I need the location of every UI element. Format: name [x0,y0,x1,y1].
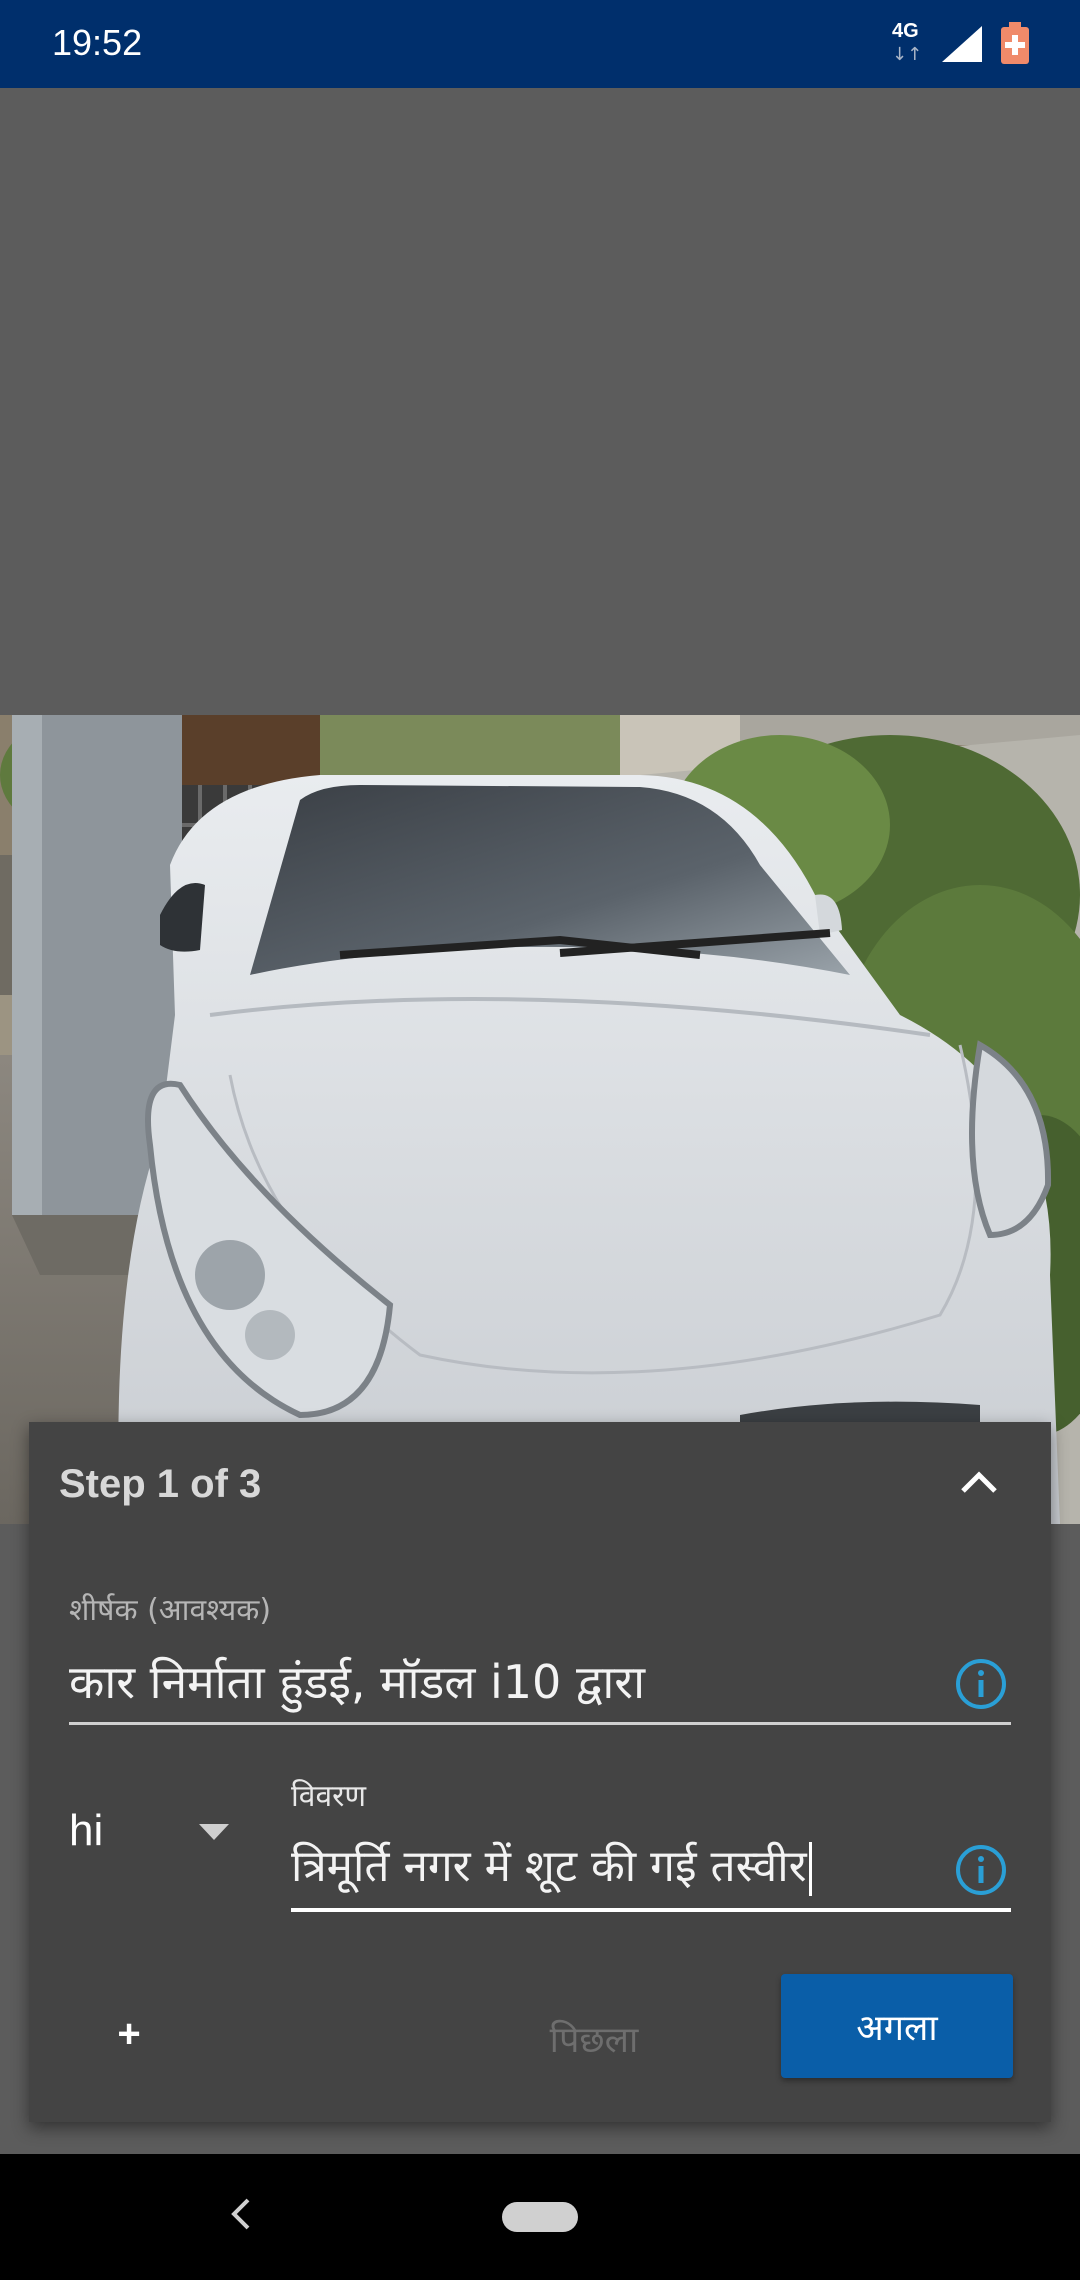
dropdown-arrow-icon[interactable] [197,1822,231,1842]
description-field-label: विवरण [291,1779,367,1814]
signal-full-icon [942,26,982,62]
navigation-bar [0,2154,1080,2280]
collapse-button[interactable] [949,1452,1009,1512]
back-icon[interactable] [226,2194,256,2234]
status-time: 19:52 [52,22,143,63]
text-cursor [808,1842,812,1896]
status-bar: 19:52 4G ↓↑ [0,0,1080,88]
title-field-label: शीर्षक (आवश्यक) [69,1593,272,1628]
previous-button[interactable]: पिछला [499,2014,689,2063]
chevron-up-icon [961,1471,997,1493]
step-indicator: Step 1 of 3 [59,1462,262,1506]
car-photo [0,715,1080,1524]
upload-wizard-card: Step 1 of 3 शीर्षक (आवश्यक) कार निर्माता… [29,1422,1051,2122]
next-button[interactable]: अगला [781,1974,1013,2078]
description-input[interactable]: त्रिमूर्ति नगर में शूट की गई तस्वीर [291,1834,941,1896]
description-input-text: त्रिमूर्ति नगर में शूट की गई तस्वीर [291,1841,807,1892]
home-pill-icon[interactable] [502,2202,578,2232]
language-selector[interactable]: hi [69,1806,103,1856]
battery-saver-icon [1001,22,1029,64]
title-input-underline [69,1722,1011,1725]
description-input-underline [291,1908,1011,1912]
title-input[interactable]: कार निर्माता हुंडई, मॉडल i10 द्वारा [69,1650,949,1712]
info-icon[interactable] [953,1656,1009,1712]
network-activity-icon: ↓↑ [892,44,923,65]
network-type-label: 4G [892,20,919,42]
add-description-button[interactable]: + [99,2004,159,2064]
info-icon[interactable] [953,1842,1009,1898]
